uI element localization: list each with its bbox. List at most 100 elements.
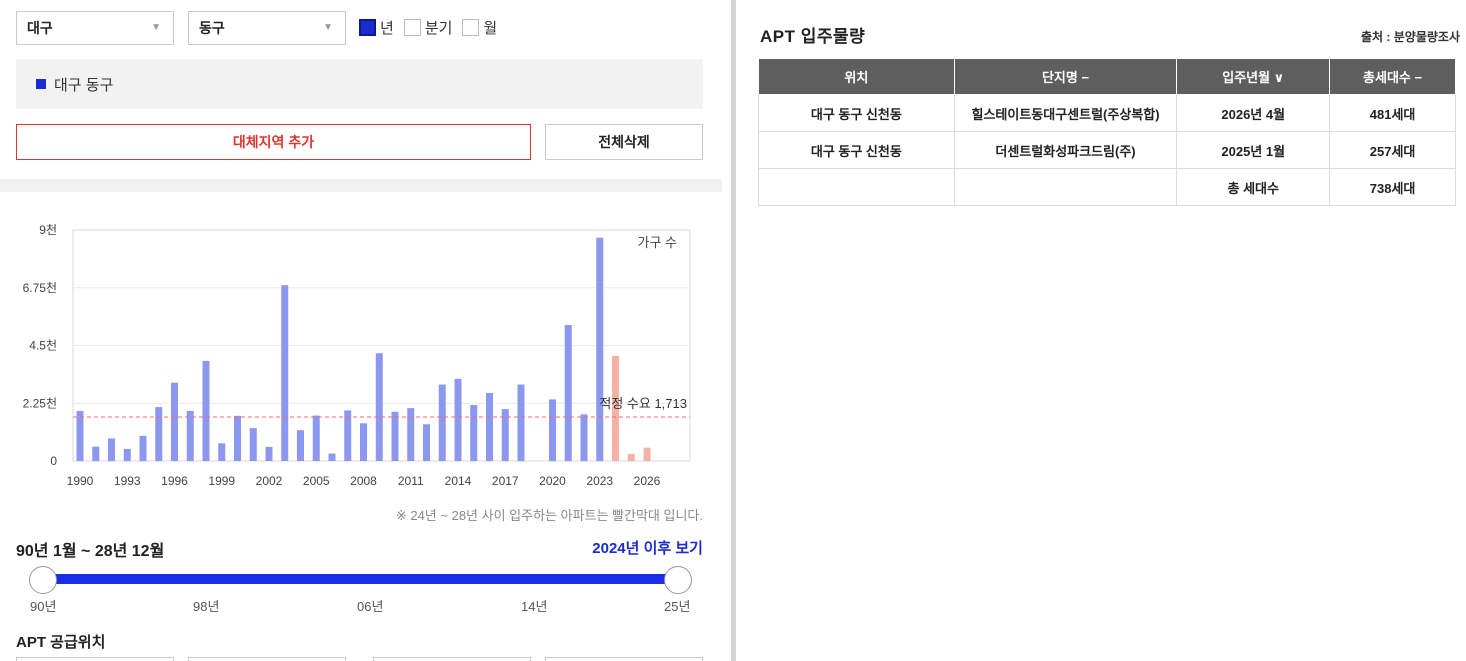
y-tick-label: 2.25천 — [23, 395, 57, 410]
bar — [328, 453, 336, 461]
y-tick-label: 0 — [50, 454, 57, 468]
slider-label: 14년 — [521, 599, 548, 614]
delete-all-button[interactable]: 전체삭제 — [545, 124, 703, 160]
x-tick-label: 1999 — [208, 474, 235, 488]
total-units: 738세대 — [1329, 168, 1456, 206]
bar — [312, 415, 320, 461]
x-tick-label: 2014 — [445, 474, 472, 488]
apt-title: APT 입주물량 — [760, 27, 866, 46]
bar — [454, 378, 462, 461]
chevron-down-icon: ▼ — [151, 22, 161, 33]
bar — [218, 443, 226, 461]
bar — [486, 392, 493, 461]
add-region-button[interactable]: 대체지역 추가 — [16, 124, 531, 160]
bar — [202, 360, 210, 461]
apt-table: 위치 단지명 − 입주년월 ∨ 총세대수 − 대구 동구 신천동 힐스테이트동대… — [758, 58, 1456, 206]
bar — [423, 424, 430, 461]
bar — [76, 410, 84, 461]
month-checkbox-label: 월 — [483, 20, 498, 37]
bar — [517, 384, 525, 461]
x-tick-label: 2017 — [492, 474, 519, 488]
supply-tab[interactable] — [545, 657, 703, 661]
supply-tab[interactable] — [373, 657, 531, 661]
legend-label: 가구 수 — [638, 235, 678, 250]
x-tick-label: 2023 — [586, 474, 613, 488]
cell-move-in: 2026년 4월 — [1176, 94, 1331, 132]
slider-start-handle[interactable] — [29, 566, 57, 594]
year-checkbox[interactable] — [359, 19, 376, 36]
province-select-value: 대구 — [27, 20, 53, 36]
bar — [407, 408, 415, 461]
cell-complex[interactable]: 힐스테이트동대구센트럴(주상복합) — [953, 94, 1178, 132]
quarter-checkbox[interactable] — [403, 19, 421, 36]
after-2024-link[interactable]: 2024년 이후 보기 — [520, 537, 703, 558]
range-title: 90년 1월 ~ 28년 12월 — [16, 543, 165, 560]
supply-tab[interactable] — [16, 657, 174, 661]
chevron-down-icon: ▼ — [323, 22, 333, 33]
y-tick-label: 9천 — [39, 222, 57, 237]
year-range-slider-track[interactable] — [43, 574, 678, 584]
bar — [438, 384, 446, 461]
bar — [234, 415, 241, 461]
bar — [596, 237, 604, 461]
table-row: 대구 동구 신천동 더센트럴화성파크드림(주) 2025년 1월 257세대 — [758, 131, 1456, 169]
bar — [155, 407, 163, 461]
cell-units: 257세대 — [1329, 131, 1456, 169]
data-source: 출처 : 분양물량조사 — [1361, 30, 1460, 44]
cell-units: 481세대 — [1329, 94, 1456, 132]
month-checkbox[interactable] — [462, 19, 480, 36]
x-tick-label: 1996 — [161, 474, 188, 488]
bar — [171, 382, 178, 461]
bar — [281, 285, 289, 461]
x-tick-label: 2026 — [634, 474, 661, 488]
bar — [564, 324, 572, 461]
column-header-complex[interactable]: 단지명 − — [953, 58, 1178, 95]
cell-location: 대구 동구 신천동 — [758, 94, 955, 132]
x-tick-label: 2020 — [539, 474, 566, 488]
bar — [123, 448, 131, 461]
column-header-location: 위치 — [758, 58, 955, 95]
x-tick-label: 2002 — [256, 474, 283, 488]
province-select[interactable]: 대구 ▼ — [16, 11, 174, 45]
panel-divider[interactable] — [731, 0, 736, 661]
selected-region-label: 대구 동구 — [54, 76, 114, 94]
slider-label: 98년 — [193, 599, 220, 614]
y-tick-label: 6.75천 — [23, 280, 57, 295]
supply-location-title: APT 공급위치 — [16, 634, 106, 651]
x-tick-label: 2005 — [303, 474, 330, 488]
slider-end-handle[interactable] — [664, 566, 692, 594]
x-tick-label: 2008 — [350, 474, 377, 488]
chart-note: ※ 24년 ~ 28년 사이 입주하는 아파트는 빨간막대 입니다. — [395, 508, 703, 523]
region-color-square-icon — [36, 79, 46, 89]
bar — [297, 430, 304, 461]
column-header-units[interactable]: 총세대수 − — [1329, 58, 1456, 95]
x-tick-label: 1993 — [114, 474, 141, 488]
slider-label: 90년 — [30, 599, 57, 614]
bar — [391, 411, 399, 461]
left-panel: 대구 ▼ 동구 ▼ 년 분기 월 대구 동구 대체지역 추가 전체삭제 9천 6.… — [0, 0, 722, 661]
total-label: 총 세대수 — [1176, 168, 1331, 206]
slider-label: 25년 — [664, 599, 691, 614]
district-select[interactable]: 동구 ▼ — [188, 11, 346, 45]
column-header-move-in[interactable]: 입주년월 ∨ — [1176, 58, 1331, 95]
slider-label: 06년 — [357, 599, 384, 614]
cell-complex[interactable]: 더센트럴화성파크드림(주) — [953, 131, 1178, 169]
bar — [249, 428, 257, 461]
bar — [643, 447, 651, 461]
period-options: 년 분기 월 — [359, 17, 507, 38]
bar — [186, 410, 194, 461]
cell-location: 대구 동구 신천동 — [758, 131, 955, 169]
cell-complex — [953, 168, 1178, 206]
x-tick-label: 2011 — [398, 474, 424, 488]
bar — [375, 353, 383, 461]
bar — [470, 405, 478, 461]
y-tick-label: 4.5천 — [29, 338, 57, 353]
supply-bar-chart: 9천 6.75천 4.5천 2.25천 0 적정 수요 1,713 가구 수 1990 1993… — [23, 222, 691, 488]
bar — [549, 399, 556, 461]
year-checkbox-label: 년 — [380, 20, 394, 37]
quarter-checkbox-label: 분기 — [424, 20, 453, 37]
district-select-value: 동구 — [199, 20, 225, 36]
cell-move-in: 2025년 1월 — [1176, 131, 1331, 169]
bar — [580, 414, 588, 461]
supply-tab[interactable] — [188, 657, 346, 661]
